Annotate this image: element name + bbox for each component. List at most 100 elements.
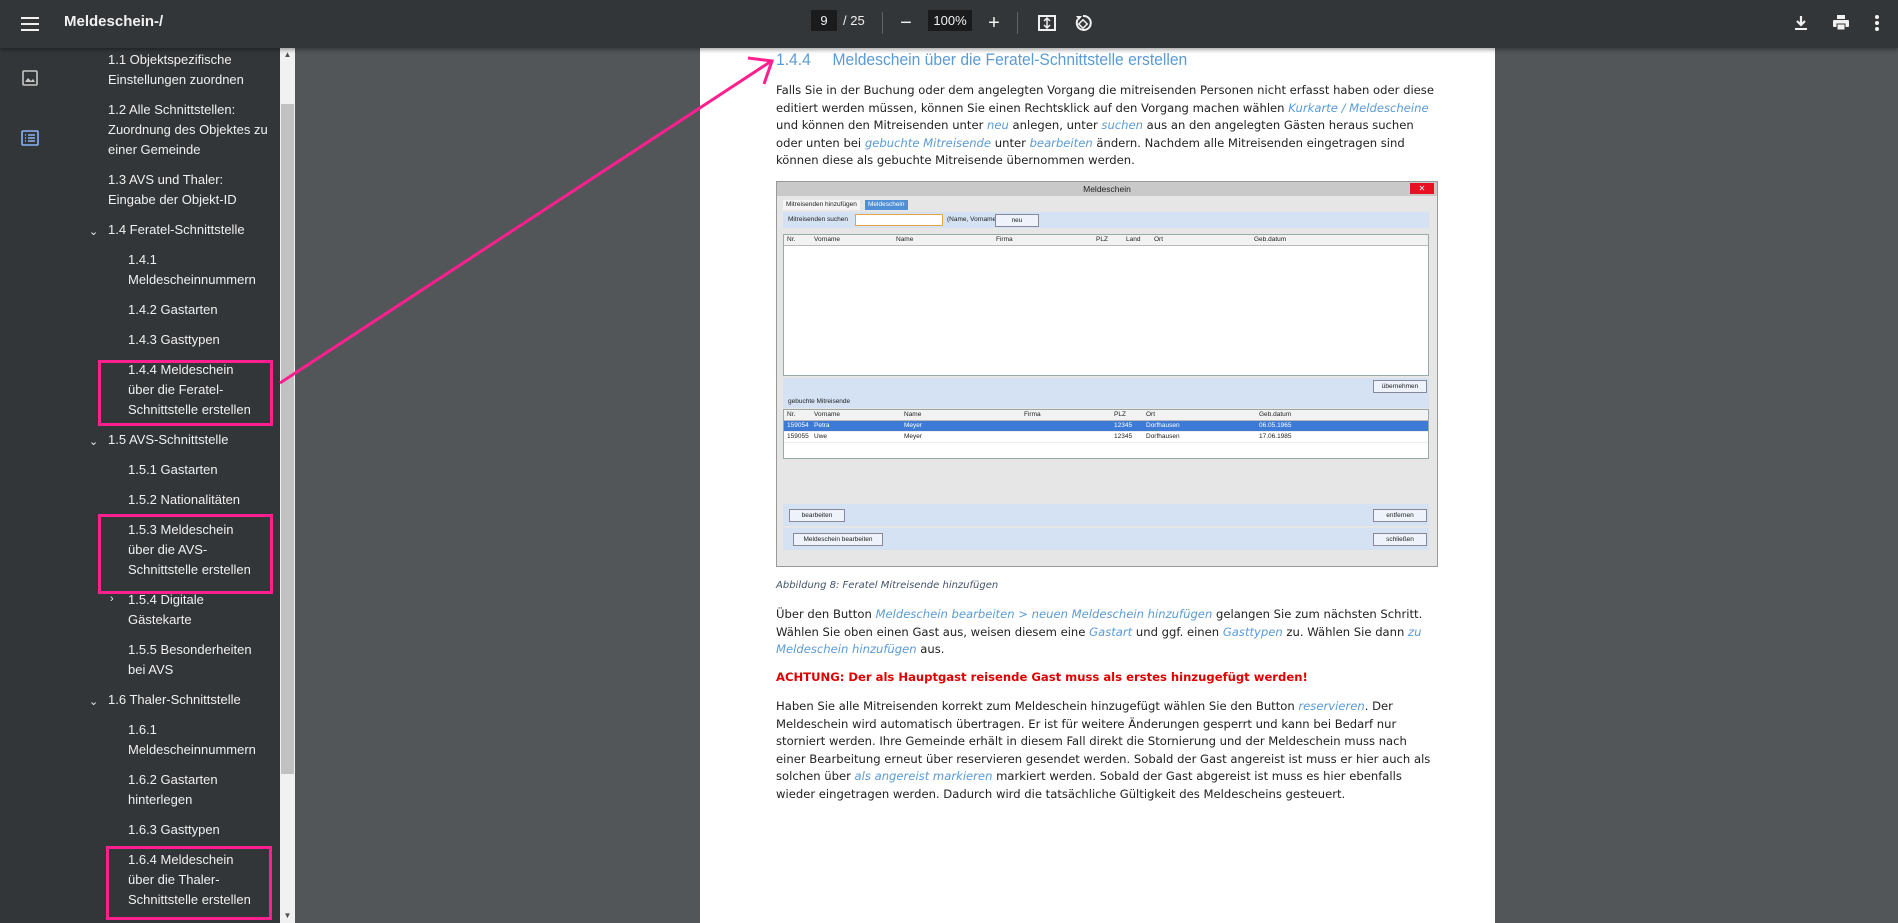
outline-item[interactable]: 1.4.2 Gastarten [128, 300, 268, 320]
table-cell: 06.05.1965 [1259, 422, 1292, 429]
text-span: zu. Wählen Sie dann [1282, 624, 1409, 639]
meldeschein-bearbeiten-button: Meldeschein bearbeiten [793, 533, 883, 546]
zoom-out-button[interactable]: − [893, 10, 919, 36]
download-icon[interactable] [1788, 10, 1814, 36]
scroll-thumb[interactable] [281, 104, 294, 774]
window-title: Meldeschein [777, 182, 1437, 196]
chevron-down-icon[interactable]: ⌄ [89, 695, 98, 708]
column-header: Vorname [814, 236, 841, 243]
text-span: Über den Button [776, 607, 876, 621]
table-cell: Uwe [814, 433, 828, 440]
page-total: / 25 [843, 13, 865, 28]
thumbnails-icon[interactable] [20, 68, 40, 88]
outline-item[interactable]: 1.6 Thaler-Schnittstelle [108, 690, 268, 710]
paragraph-3: Haben Sie alle Mitreisenden korrekt zum … [776, 698, 1436, 804]
sidebar-rail [0, 48, 60, 923]
column-header: PLZ [1096, 236, 1108, 243]
section-number: 1.4.4 [776, 50, 811, 69]
table-cell: 159055 [787, 433, 809, 440]
embedded-screenshot: Meldeschein ✕ Mitreisenden hinzufügen Me… [776, 181, 1438, 567]
table-row: 159055 Uwe Meyer 12345 Dorfhausen 17.06.… [784, 432, 1428, 443]
column-header: Firma [1024, 411, 1041, 418]
text-span: anlegen, unter [1008, 118, 1102, 133]
table-cell: 17.06.1985 [1259, 433, 1292, 440]
rotate-icon[interactable] [1070, 10, 1096, 36]
outline-item[interactable]: 1.5.1 Gastarten [128, 460, 268, 480]
grid-header: Nr. Vorname Name Firma PLZ Land Ort Geb.… [784, 235, 1428, 246]
entfernen-button: entfernen [1373, 509, 1427, 522]
chevron-right-icon[interactable]: › [110, 593, 114, 605]
grid-header: Nr. Vorname Name Firma PLZ Ort Geb.datum [784, 410, 1428, 421]
zoom-in-button[interactable]: + [981, 10, 1007, 36]
link-text: als angereist markieren [854, 769, 993, 784]
outline-icon[interactable] [20, 128, 40, 148]
zoom-input[interactable]: 100% [928, 10, 972, 31]
print-icon[interactable] [1828, 10, 1854, 36]
guest-grid: Nr. Vorname Name Firma PLZ Land Ort Geb.… [783, 234, 1429, 376]
column-header: Firma [996, 236, 1013, 243]
link-text: suchen [1101, 118, 1143, 133]
column-header: Vorname [814, 411, 841, 418]
outline-item[interactable]: 1.1 Objektspezifische Einstellungen zuor… [108, 50, 268, 90]
search-field [855, 214, 943, 226]
table-cell: 159054 [787, 422, 809, 429]
page-number-input[interactable]: 9 [811, 10, 837, 31]
link-text: neu [987, 118, 1009, 133]
link-text: bearbeiten [1029, 135, 1093, 150]
table-cell: Petra [814, 422, 830, 429]
column-header: Nr. [787, 236, 796, 243]
column-header: Name [904, 411, 922, 418]
menu-icon[interactable] [18, 12, 42, 36]
toolbar-divider [1017, 12, 1018, 34]
outline-item[interactable]: 1.4.1 Meldescheinnummern [128, 250, 268, 290]
outline-item[interactable]: 1.5.5 Besonderheiten bei AVS [128, 640, 258, 680]
outline-item[interactable]: 1.3 AVS und Thaler: Eingabe der Objekt-I… [108, 170, 268, 210]
outline-item[interactable]: 1.4 Feratel-Schnittstelle [108, 220, 268, 240]
table-cell: Dorfhausen [1146, 422, 1180, 429]
pdf-page: 1.4.4 Meldeschein über die Feratel-Schni… [700, 48, 1495, 923]
text-span: und ggf. einen [1132, 624, 1223, 639]
outline-item[interactable]: 1.6.1 Meldescheinnummern [128, 720, 268, 760]
column-header: Geb.datum [1254, 236, 1287, 243]
highlight-box [106, 846, 272, 920]
tab-meldeschein: Meldeschein [865, 200, 908, 210]
chevron-down-icon[interactable]: ⌄ [89, 225, 98, 238]
column-header: Name [896, 236, 914, 243]
outline-item[interactable]: 1.6.3 Gasttypen [128, 820, 268, 840]
search-panel: Mitreisenden suchen (Name, Vorname) neu [783, 212, 1429, 228]
outline-item[interactable]: 1.5.2 Nationalitäten [128, 490, 268, 510]
text-span: unter [991, 135, 1030, 150]
table-row: 159054 Petra Meyer 12345 Dorfhausen 06.0… [784, 421, 1428, 432]
table-cell: Meyer [904, 433, 923, 440]
booked-panel: übernehmen gebuchte Mitreisende [783, 378, 1429, 408]
outline-item[interactable]: 1.5 AVS-Schnittstelle [108, 430, 268, 450]
booked-grid: Nr. Vorname Name Firma PLZ Ort Geb.datum… [783, 409, 1429, 459]
link-text: reservieren [1298, 699, 1365, 713]
outline-item[interactable]: 1.6.2 Gastarten hinterlegen [128, 770, 268, 810]
column-header: Nr. [787, 411, 796, 418]
pdf-toolbar: Meldeschein-/ 9 / 25 − 100% + [0, 0, 1898, 48]
bearbeiten-button: bearbeiten [789, 509, 845, 522]
outline-item[interactable]: 1.2 Alle Schnittstellen: Zuordnung des O… [108, 100, 268, 160]
footer-panel: Meldeschein bearbeiten schließen [783, 528, 1429, 550]
outline-scrollbar[interactable]: ▲ ▼ [280, 48, 295, 923]
paragraph-1: Falls Sie in der Buchung oder dem angele… [776, 82, 1436, 170]
text-span: und können den Mitreisenden unter [776, 118, 988, 133]
column-header: Land [1126, 236, 1141, 243]
section-heading: 1.4.4 Meldeschein über die Feratel-Schni… [776, 50, 1187, 70]
fit-page-icon[interactable] [1034, 10, 1060, 36]
table-cell: 12345 [1114, 422, 1133, 429]
scroll-down-icon[interactable]: ▼ [280, 909, 295, 923]
column-header: PLZ [1114, 411, 1126, 418]
chevron-down-icon[interactable]: ⌄ [89, 435, 98, 448]
link-text: Gasttypen [1222, 624, 1283, 639]
section-title: Meldeschein über die Feratel-Schnittstel… [832, 50, 1188, 69]
more-options-icon[interactable] [1864, 10, 1890, 36]
column-header: Ort [1154, 236, 1164, 243]
tab-mitreisende: Mitreisenden hinzufügen [783, 200, 860, 210]
search-label: Mitreisenden suchen [788, 216, 848, 223]
outline-item[interactable]: 1.5.4 Digitale Gästekarte [128, 590, 258, 630]
scroll-up-icon[interactable]: ▲ [280, 48, 295, 62]
outline-item[interactable]: 1.4.3 Gasttypen [128, 330, 268, 350]
column-header: Geb.datum [1259, 411, 1292, 418]
